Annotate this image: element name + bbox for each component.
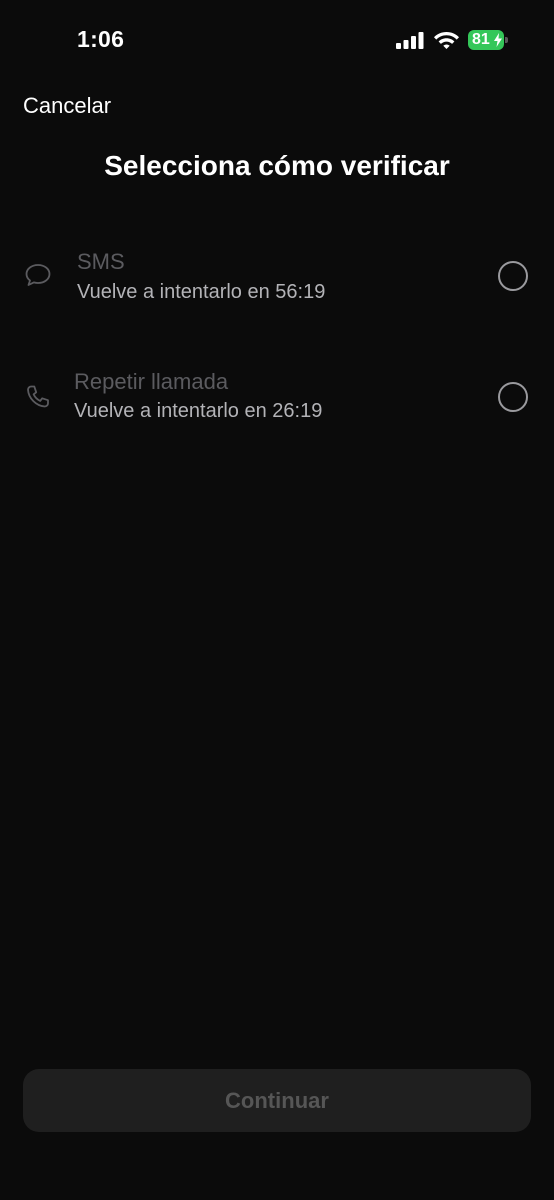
- cellular-signal-icon: [396, 32, 424, 49]
- continue-button[interactable]: Continuar: [23, 1069, 531, 1132]
- option-subtitle: Vuelve a intentarlo en 26:19: [74, 400, 323, 422]
- phone-icon: [27, 385, 49, 408]
- option-subtitle: Vuelve a intentarlo en 56:19: [77, 281, 326, 303]
- page-title: Selecciona cómo verificar: [104, 150, 450, 181]
- battery-cap: [505, 37, 508, 43]
- option-title: Repetir llamada: [74, 369, 229, 394]
- battery-body: 81: [468, 30, 504, 50]
- wifi-icon: [434, 32, 459, 49]
- status-time: 1:06: [77, 26, 125, 52]
- battery-level: 81: [472, 31, 490, 48]
- battery-indicator: 81: [468, 30, 508, 50]
- option-call[interactable]: Repetir llamada Vuelve a intentarlo en 2…: [0, 352, 554, 442]
- radio-sms[interactable]: [498, 261, 528, 291]
- bolt-icon: [494, 33, 502, 47]
- option-title: SMS: [77, 249, 125, 274]
- chat-bubble-icon: [25, 264, 51, 286]
- radio-call[interactable]: [498, 382, 528, 412]
- option-sms[interactable]: SMS Vuelve a intentarlo en 56:19: [0, 232, 554, 322]
- status-bar: 1:06 81: [0, 0, 554, 84]
- cancel-button[interactable]: Cancelar: [23, 93, 111, 119]
